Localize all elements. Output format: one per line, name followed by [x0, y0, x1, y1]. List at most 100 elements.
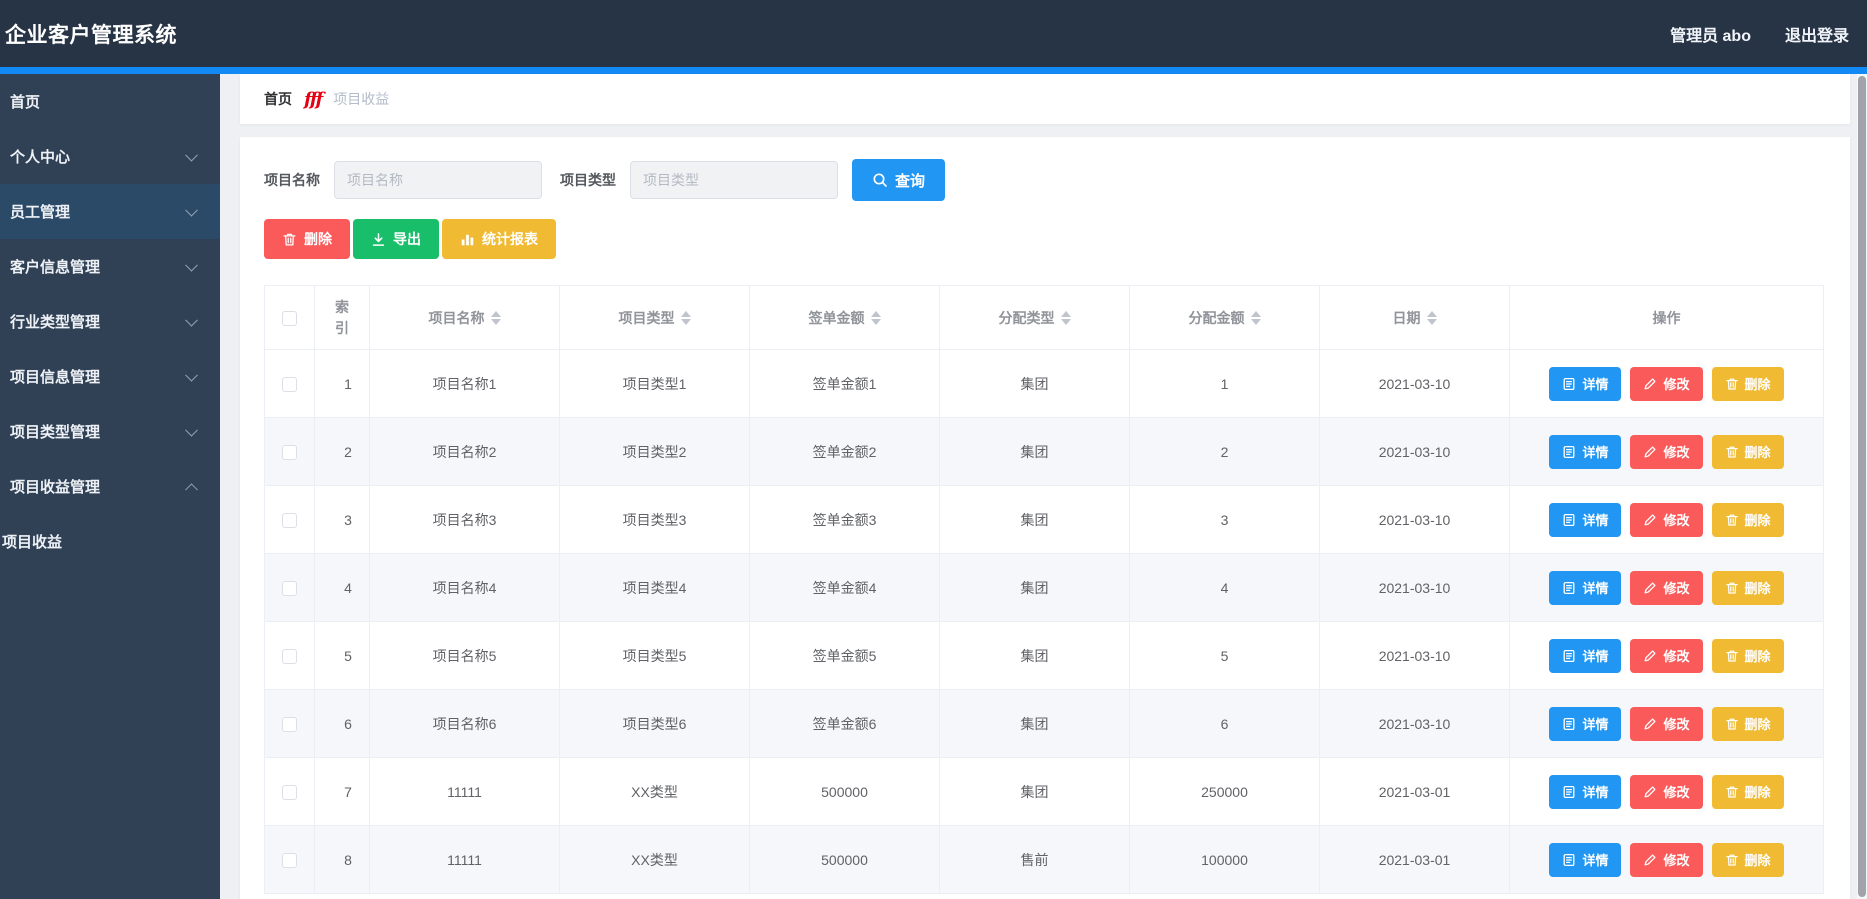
sort-carets-icon[interactable]	[1426, 310, 1437, 325]
sort-descending-icon[interactable]	[490, 318, 501, 325]
current-user-label[interactable]: 管理员 abo	[1670, 22, 1751, 46]
sort-ascending-icon[interactable]	[1426, 310, 1437, 317]
column-header-project_name[interactable]: 项目名称	[369, 285, 560, 350]
sort-ascending-icon[interactable]	[1250, 310, 1261, 317]
table-row: 1 项目名称1 项目类型1 签单金额1 集团 1 2021-03-10 详情 修改 删除	[264, 349, 1824, 418]
sidebar-item[interactable]: 员工管理	[0, 184, 220, 239]
cell-project_name: 11111	[369, 757, 560, 826]
table-row: 8 11111 XX类型 500000 售前 100000 2021-03-01 详情 修改 删除	[264, 825, 1824, 894]
cell-sign_amount: 签单金额2	[749, 417, 940, 486]
column-header-inner: 操作	[1653, 308, 1681, 328]
cell-actions: 详情 修改 删除	[1509, 349, 1824, 418]
row-checkbox[interactable]	[282, 648, 297, 664]
project-type-input[interactable]	[630, 161, 838, 199]
column-header-project_type[interactable]: 项目类型	[559, 285, 750, 350]
document-icon	[1562, 649, 1576, 663]
scrollbar-thumb[interactable]	[1858, 76, 1866, 897]
edit-button[interactable]: 修改	[1630, 366, 1703, 401]
sidebar-item[interactable]: 项目信息管理	[0, 349, 220, 404]
sort-ascending-icon[interactable]	[1060, 310, 1071, 317]
cell-alloc_amount: 3	[1129, 485, 1320, 554]
del-button-label: 删除	[1744, 581, 1771, 596]
detail-button[interactable]: 详情	[1549, 502, 1622, 537]
edit-button[interactable]: 修改	[1630, 570, 1703, 605]
search-button[interactable]: 查询	[852, 159, 946, 201]
del-button[interactable]: 删除	[1711, 638, 1784, 673]
column-header-inner: 日期	[1393, 308, 1437, 328]
detail-button[interactable]: 详情	[1549, 706, 1622, 741]
row-checkbox[interactable]	[282, 716, 297, 732]
chevron-down-icon	[185, 258, 198, 272]
column-header-inner: 索引	[334, 297, 350, 339]
sidebar-item[interactable]: 项目收益管理	[0, 459, 220, 514]
trash-icon	[1725, 717, 1739, 731]
row-checkbox[interactable]	[282, 376, 297, 392]
sort-descending-icon[interactable]	[1060, 318, 1071, 325]
sidebar-item-label: 项目类型管理	[10, 424, 101, 441]
report-button[interactable]: 统计报表	[442, 219, 556, 259]
row-checkbox[interactable]	[282, 512, 297, 528]
sort-ascending-icon[interactable]	[870, 310, 881, 317]
trash-icon	[1725, 581, 1739, 595]
detail-button[interactable]: 详情	[1549, 570, 1622, 605]
del-button[interactable]: 删除	[1711, 434, 1784, 469]
column-header-label: 项目类型	[618, 309, 675, 326]
sort-carets-icon[interactable]	[1250, 310, 1261, 325]
row-checkbox[interactable]	[282, 852, 297, 868]
edit-button[interactable]: 修改	[1630, 842, 1703, 877]
export-button[interactable]: 导出	[353, 219, 439, 259]
row-checkbox[interactable]	[282, 784, 297, 800]
sort-descending-icon[interactable]	[870, 318, 881, 325]
del-button[interactable]: 删除	[1711, 774, 1784, 809]
sort-ascending-icon[interactable]	[680, 310, 691, 317]
detail-button[interactable]: 详情	[1549, 366, 1622, 401]
column-header-sign_amount[interactable]: 签单金额	[749, 285, 940, 350]
logout-link[interactable]: 退出登录	[1785, 22, 1849, 46]
project-name-input[interactable]	[334, 161, 542, 199]
sort-descending-icon[interactable]	[1250, 318, 1261, 325]
batch-delete-button[interactable]: 删除	[264, 219, 350, 259]
row-checkbox[interactable]	[282, 444, 297, 460]
sort-carets-icon[interactable]	[680, 310, 691, 325]
edit-button[interactable]: 修改	[1630, 706, 1703, 741]
del-button[interactable]: 删除	[1711, 706, 1784, 741]
sort-carets-icon[interactable]	[1060, 310, 1071, 325]
document-icon	[1562, 853, 1576, 867]
pencil-icon	[1643, 717, 1657, 731]
edit-button[interactable]: 修改	[1630, 434, 1703, 469]
column-header-inner: 项目名称	[429, 308, 501, 328]
breadcrumb-home-link[interactable]: 首页	[264, 89, 292, 109]
sort-carets-icon[interactable]	[870, 310, 881, 325]
sidebar-item[interactable]: 行业类型管理	[0, 294, 220, 349]
column-header-date[interactable]: 日期	[1319, 285, 1510, 350]
chevron-down-icon	[185, 313, 198, 327]
sort-descending-icon[interactable]	[680, 318, 691, 325]
sidebar-item[interactable]: 个人中心	[0, 129, 220, 184]
cell-index: 2	[314, 417, 370, 486]
sidebar-item[interactable]: 客户信息管理	[0, 239, 220, 294]
sidebar-item[interactable]: 首页	[0, 74, 220, 129]
sidebar-item[interactable]: 项目类型管理	[0, 404, 220, 459]
sort-carets-icon[interactable]	[490, 310, 501, 325]
select-all-checkbox[interactable]	[282, 310, 297, 326]
sidebar-item[interactable]: 项目收益	[0, 514, 220, 569]
detail-button[interactable]: 详情	[1549, 774, 1622, 809]
column-header-alloc_type[interactable]: 分配类型	[939, 285, 1130, 350]
sort-descending-icon[interactable]	[1426, 318, 1437, 325]
detail-button[interactable]: 详情	[1549, 434, 1622, 469]
edit-button[interactable]: 修改	[1630, 638, 1703, 673]
edit-button[interactable]: 修改	[1630, 774, 1703, 809]
row-actions: 详情 修改 删除	[1511, 570, 1823, 605]
del-button[interactable]: 删除	[1711, 842, 1784, 877]
sort-ascending-icon[interactable]	[490, 310, 501, 317]
edit-button[interactable]: 修改	[1630, 502, 1703, 537]
del-button[interactable]: 删除	[1711, 502, 1784, 537]
vertical-scrollbar[interactable]	[1857, 74, 1867, 899]
column-header-alloc_amount[interactable]: 分配金额	[1129, 285, 1320, 350]
trash-icon	[1725, 853, 1739, 867]
del-button[interactable]: 删除	[1711, 366, 1784, 401]
row-checkbox[interactable]	[282, 580, 297, 596]
detail-button[interactable]: 详情	[1549, 842, 1622, 877]
del-button[interactable]: 删除	[1711, 570, 1784, 605]
detail-button[interactable]: 详情	[1549, 638, 1622, 673]
